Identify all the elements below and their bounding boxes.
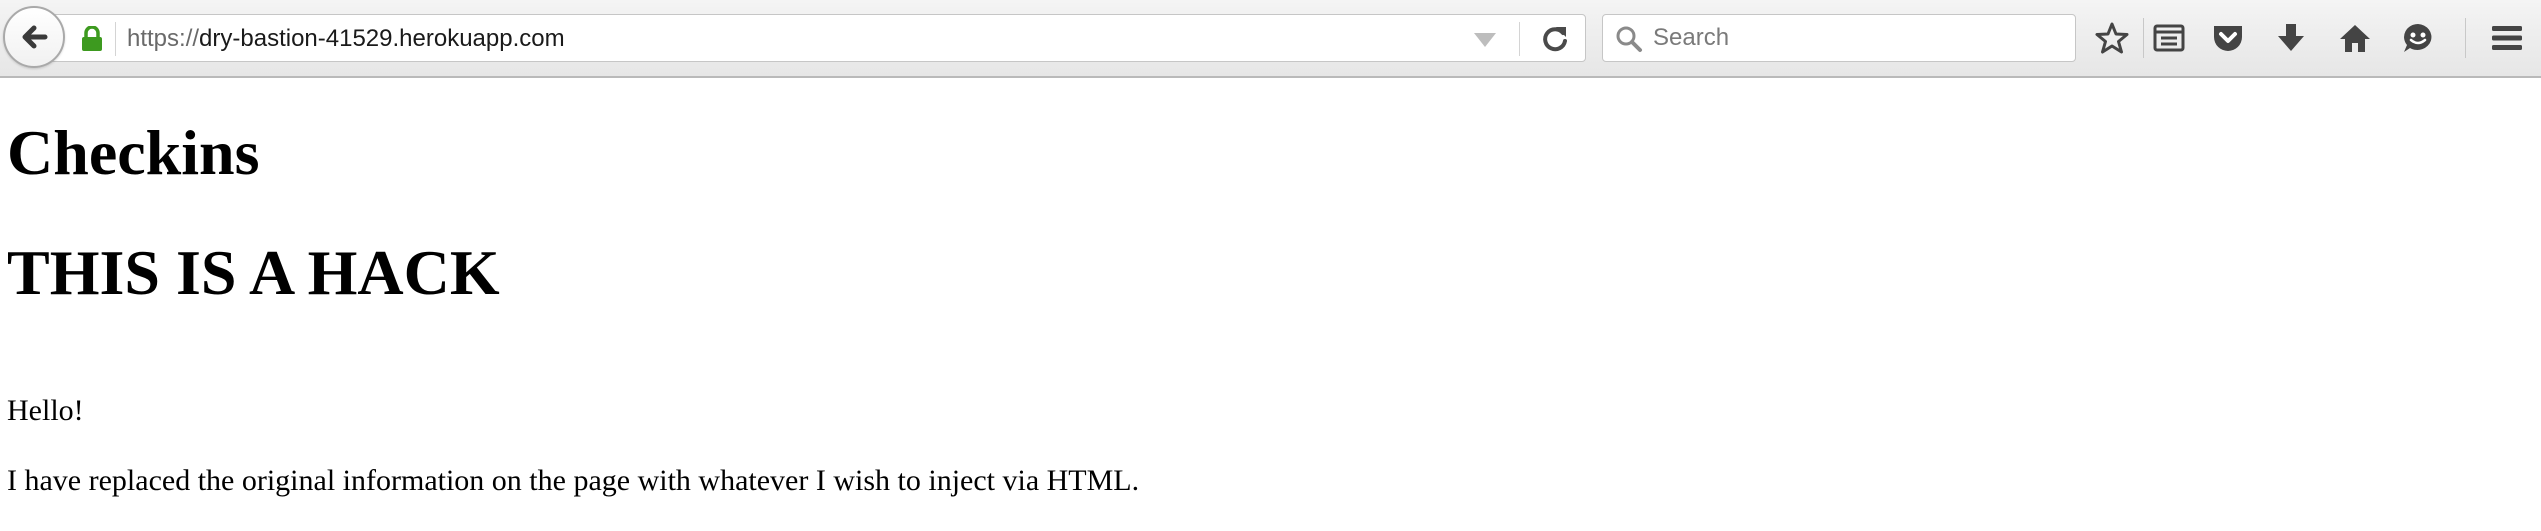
bookmark-star-icon	[2095, 22, 2129, 54]
search-input[interactable]	[1653, 21, 2063, 55]
home-button[interactable]	[2335, 18, 2375, 58]
bookmark-star-button[interactable]	[2092, 18, 2132, 58]
injection-message: I have replaced the original information…	[7, 464, 1140, 497]
lock-icon[interactable]	[81, 26, 103, 52]
pocket-button[interactable]	[2208, 18, 2248, 58]
toolbar-separator	[2143, 18, 2144, 58]
injected-heading: THIS IS A HACK	[7, 237, 500, 308]
url-separator	[115, 22, 116, 56]
chat-button[interactable]	[2398, 18, 2438, 58]
url-text[interactable]: https://dry-bastion-41529.herokuapp.com	[127, 26, 565, 52]
home-icon	[2340, 25, 2370, 52]
browser-toolbar: https://dry-bastion-41529.herokuapp.com	[0, 0, 2541, 78]
reading-list-icon	[2153, 24, 2185, 52]
reload-icon[interactable]	[1539, 23, 1571, 55]
url-scheme: https://	[127, 25, 200, 52]
search-bar[interactable]	[1602, 14, 2076, 62]
page-title: Checkins	[7, 117, 260, 188]
dropmarker-icon[interactable]	[1474, 33, 1496, 47]
back-icon	[22, 25, 48, 49]
menu-button[interactable]	[2487, 18, 2527, 58]
menu-icon	[2492, 26, 2522, 50]
chat-icon	[2404, 24, 2432, 52]
pocket-icon	[2214, 26, 2242, 51]
greeting-text: Hello!	[7, 394, 84, 427]
reload-separator	[1519, 22, 1520, 56]
download-button[interactable]	[2271, 18, 2311, 58]
toolbar-separator	[2465, 18, 2466, 58]
download-icon	[2278, 24, 2304, 51]
reading-list-button[interactable]	[2149, 18, 2189, 58]
address-bar[interactable]: https://dry-bastion-41529.herokuapp.com	[40, 14, 1586, 62]
search-icon	[1616, 26, 1642, 52]
page-content: Checkins THIS IS A HACK Hello! I have re…	[0, 80, 2541, 531]
back-button[interactable]	[3, 6, 65, 68]
url-host: dry-bastion-41529.herokuapp.com	[199, 25, 565, 52]
